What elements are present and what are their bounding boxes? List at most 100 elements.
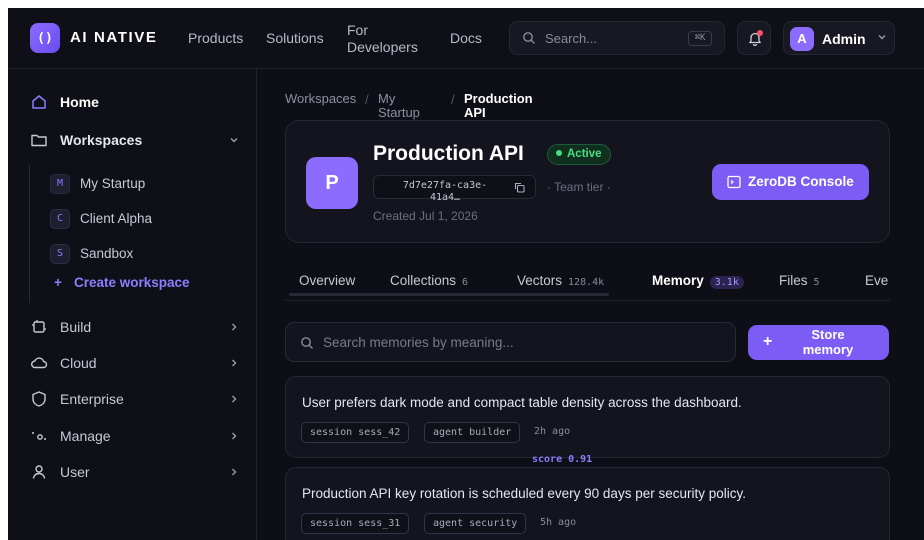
app-name[interactable]: AI NATIVE — [70, 29, 157, 46]
plan-tier: · Team tier · — [547, 180, 611, 194]
chevron-right-icon — [232, 468, 237, 476]
create-workspace-label: Create workspace — [74, 275, 190, 290]
breadcrumb-line: Production — [464, 91, 533, 106]
breadcrumb-line: API — [464, 105, 486, 120]
workspace-badge: C — [50, 209, 70, 229]
tab-count: 128.4k — [568, 277, 605, 288]
memory-search-input[interactable]: Search memories by meaning... — [285, 322, 736, 362]
chevron-right-icon — [232, 323, 237, 331]
project-id-chip[interactable]: 7d7e27fa-ca3e- 41a4… — [373, 175, 536, 203]
avatar: A — [790, 27, 814, 51]
notifications-button[interactable] — [737, 21, 771, 55]
tab-vectors[interactable]: Vectors 128.4k — [517, 273, 604, 288]
project-id-line: 7d7e27fa-ca3e- — [402, 180, 488, 191]
nav-products[interactable]: Products — [188, 30, 243, 46]
status-dot — [556, 150, 562, 156]
breadcrumb-my-startup[interactable]: My Startup — [378, 92, 420, 120]
tab-bar: Overview Collections 6 Vectors 128.4k Memo… — [285, 270, 890, 302]
tab-memory[interactable]: Memory 3.1k — [652, 273, 744, 289]
user-menu-button[interactable]: A Admin — [783, 21, 895, 55]
global-search-input[interactable]: Search... ⌘K — [509, 21, 725, 55]
tab-label: Overview — [299, 273, 356, 288]
tab-scrollbar[interactable] — [289, 293, 609, 296]
nav-solutions[interactable]: Solutions — [266, 30, 324, 46]
settings-icon — [32, 432, 46, 440]
build-icon — [32, 320, 46, 333]
user-name: Admin — [822, 31, 866, 47]
folder-icon — [31, 134, 47, 147]
memory-card[interactable]: Production API key rotation is scheduled… — [285, 467, 890, 540]
keyboard-shortcut-badge: ⌘K — [688, 31, 712, 46]
search-icon — [523, 32, 535, 44]
sidebar-item-label: Manage — [60, 428, 111, 444]
workspace-label: My Startup — [80, 176, 146, 191]
top-navigation: () AI NATIVE Products Solutions For Deve… — [8, 8, 924, 69]
workspace-badge: S — [50, 244, 70, 264]
memory-text: User prefers dark mode and compact table… — [302, 395, 742, 410]
sidebar-item-manage[interactable]: Manage — [30, 424, 240, 448]
tab-collections[interactable]: Collections 6 — [390, 273, 468, 288]
zerodb-console-button[interactable]: ZeroDB Console — [712, 164, 869, 200]
sidebar-item-cloud[interactable]: Cloud — [30, 351, 240, 375]
nav-docs[interactable]: Docs — [450, 30, 482, 46]
nav-for-developers[interactable]: For Developers — [347, 22, 418, 56]
session-tag[interactable]: session sess_31 — [301, 513, 410, 534]
plus-icon: + — [54, 275, 62, 290]
similarity-score: score 0.91 — [532, 454, 593, 465]
create-workspace-link[interactable]: + Create workspace — [54, 275, 190, 290]
project-header-card: P Production API Active 7d7e27fa-ca3e- 4… — [285, 120, 890, 243]
tab-count: 6 — [462, 277, 469, 288]
tab-label: Files — [779, 273, 808, 288]
session-tag[interactable]: session sess_42 — [301, 422, 410, 443]
tab-label: Eve — [865, 273, 889, 288]
agent-tag[interactable]: agent security — [424, 513, 527, 534]
chevron-right-icon — [232, 432, 237, 440]
tab-overview[interactable]: Overview — [299, 273, 355, 288]
memory-card[interactable]: User prefers dark mode and compact table… — [285, 376, 890, 458]
console-button-label: ZeroDB Console — [748, 174, 854, 189]
breadcrumb-line: Startup — [378, 105, 420, 120]
chevron-right-icon — [232, 395, 237, 403]
breadcrumb-separator: / — [365, 92, 369, 107]
breadcrumb-current: Production API — [464, 92, 533, 120]
tab-files[interactable]: Files 5 — [779, 273, 820, 288]
tab-label: Collections — [390, 273, 457, 288]
store-memory-label: Store memory — [802, 327, 854, 357]
breadcrumb-separator: / — [451, 92, 455, 107]
tab-events[interactable]: Eve — [865, 273, 888, 288]
memory-search-placeholder: Search memories by meaning... — [323, 335, 514, 350]
sidebar-item-enterprise[interactable]: Enterprise — [30, 387, 240, 411]
user-icon — [32, 465, 46, 479]
chevron-down-icon — [230, 138, 238, 143]
sidebar-item-build[interactable]: Build — [30, 315, 240, 339]
project-id: 7d7e27fa-ca3e- 41a4… — [390, 180, 500, 204]
notification-dot — [757, 30, 763, 36]
breadcrumb-workspaces[interactable]: Workspaces — [285, 92, 356, 106]
chevron-right-icon — [232, 359, 237, 367]
sidebar-item-workspaces[interactable]: Workspaces — [30, 128, 240, 152]
agent-tag[interactable]: agent builder — [424, 422, 521, 443]
logo-icon[interactable]: () — [30, 23, 60, 53]
sidebar-item-label: Build — [60, 319, 92, 335]
tree-line — [29, 165, 30, 303]
workspace-label: Client Alpha — [80, 211, 153, 226]
sidebar-item-home[interactable]: Home — [30, 90, 240, 114]
project-id-line: 41a4… — [429, 192, 461, 203]
app-window: () AI NATIVE Products Solutions For Deve… — [8, 8, 924, 540]
tab-count: 3.1k — [709, 276, 744, 289]
store-memory-button[interactable]: + Store memory — [748, 325, 889, 360]
home-icon — [32, 95, 46, 109]
status-badge: Active — [547, 144, 611, 165]
memory-text: Production API key rotation is scheduled… — [302, 486, 746, 501]
plus-icon: + — [763, 333, 773, 350]
cloud-icon — [31, 357, 48, 369]
sidebar-item-user[interactable]: User — [30, 460, 240, 484]
terminal-icon — [727, 175, 741, 189]
copy-icon[interactable] — [514, 182, 525, 193]
nav-for-developers-line2: Developers — [347, 39, 418, 55]
search-icon — [301, 337, 313, 349]
tab-count: 5 — [813, 277, 820, 288]
status-label: Active — [567, 148, 602, 160]
sidebar-item-label: Home — [60, 94, 99, 110]
chevron-down-icon — [878, 35, 886, 40]
